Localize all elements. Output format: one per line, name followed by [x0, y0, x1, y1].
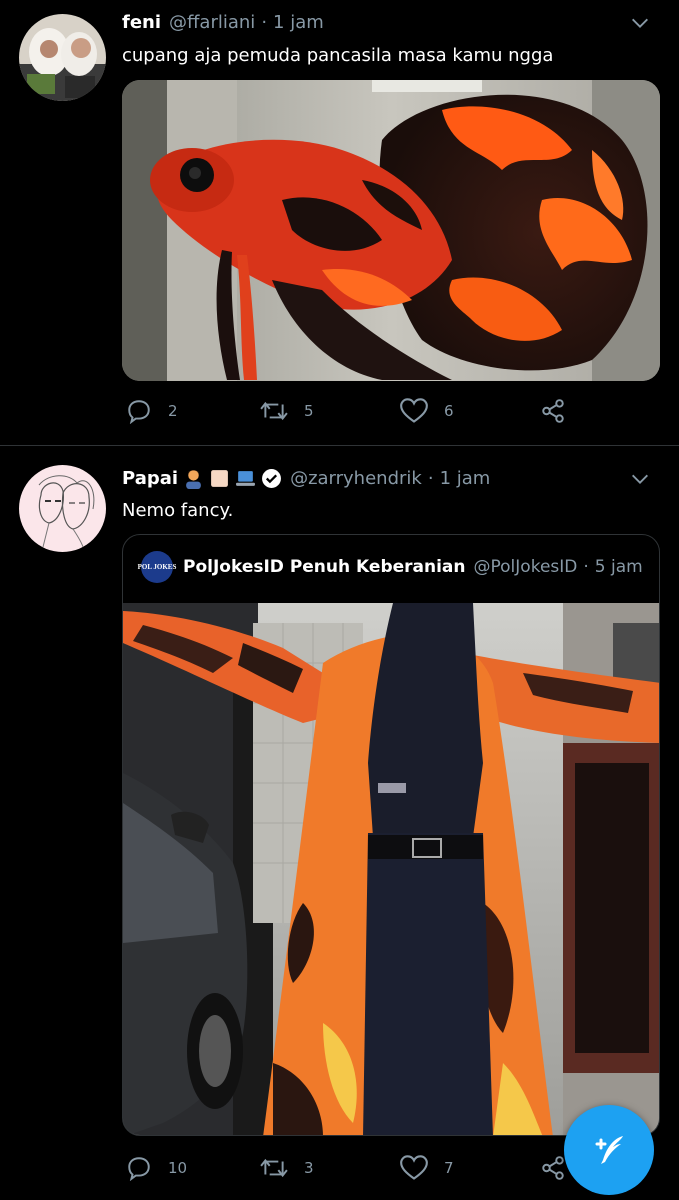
avatar-image: [19, 14, 106, 101]
reply-icon: [128, 1157, 150, 1181]
like-icon: [400, 1155, 428, 1180]
avatar-image: [19, 465, 106, 552]
quoted-avatar[interactable]: POL JOKES: [138, 551, 176, 583]
laptop-emoji-icon: [236, 471, 256, 486]
avatar-feni[interactable]: [19, 14, 106, 101]
like-button[interactable]: 7: [400, 1155, 454, 1181]
reply-button[interactable]: 2: [126, 398, 178, 424]
tweet-actions: 2 5 6: [122, 398, 582, 428]
tweet-time[interactable]: 1 jam: [273, 12, 324, 33]
quoted-author-handle[interactable]: @PolJokesID: [474, 557, 578, 577]
quoted-author-name[interactable]: PolJokesID Penuh Keberanian: [183, 557, 466, 577]
reply-count: 10: [168, 1159, 188, 1177]
retweet-icon: [260, 401, 288, 421]
separator-dot: ·: [261, 12, 268, 33]
chevron-down-icon[interactable]: [629, 12, 651, 34]
retweet-button[interactable]: 3: [260, 1155, 314, 1181]
share-icon: [542, 1156, 564, 1180]
reply-count: 2: [168, 402, 178, 420]
retweet-button[interactable]: 5: [260, 398, 314, 424]
quoted-time[interactable]: 5 jam: [595, 557, 643, 577]
separator-dot: ·: [427, 468, 434, 489]
tweet-actions: 10 3 7: [122, 1155, 582, 1185]
verified-badge-icon: [262, 469, 282, 488]
author-name[interactable]: Papai: [122, 468, 178, 489]
skin-tone-square-icon: [211, 470, 228, 487]
tweet-feni[interactable]: feni @ffarliani · 1 jam cupang aja pemud…: [0, 0, 679, 445]
compose-tweet-icon: [595, 1136, 623, 1164]
tweet-text: cupang aja pemuda pancasila masa kamu ng…: [122, 45, 554, 66]
retweet-count: 3: [304, 1159, 314, 1177]
quoted-tweet[interactable]: POL JOKES PolJokesID Penuh Keberanian @P…: [122, 534, 660, 1136]
chevron-down-icon[interactable]: [629, 468, 651, 490]
author-name[interactable]: feni: [122, 12, 161, 33]
tweet-image-betta-fish[interactable]: [122, 80, 660, 381]
person-emoji-icon: [186, 470, 201, 489]
share-button[interactable]: [540, 398, 566, 424]
reply-button[interactable]: 10: [126, 1155, 187, 1181]
quoted-image-orange-coat[interactable]: [123, 603, 659, 1135]
share-icon: [542, 399, 564, 423]
separator-dot: ·: [583, 557, 589, 577]
reply-icon: [128, 400, 150, 424]
author-handle[interactable]: @ffarliani: [169, 12, 255, 33]
like-count: 6: [444, 402, 454, 420]
tweet-time[interactable]: 1 jam: [440, 468, 491, 489]
like-icon: [400, 398, 428, 423]
like-count: 7: [444, 1159, 454, 1177]
timeline: feni @ffarliani · 1 jam cupang aja pemud…: [0, 0, 679, 1200]
author-handle[interactable]: @zarryhendrik: [290, 468, 422, 489]
tweet-text: Nemo fancy.: [122, 500, 234, 521]
retweet-icon: [260, 1158, 288, 1178]
retweet-count: 5: [304, 402, 314, 420]
like-button[interactable]: 6: [400, 398, 454, 424]
compose-tweet-button[interactable]: [564, 1105, 654, 1195]
share-button[interactable]: [540, 1155, 566, 1181]
coat-image: [123, 603, 659, 1135]
fish-image: [122, 80, 660, 381]
quoted-avatar-logo: POL JOKES: [137, 563, 177, 571]
avatar-papai[interactable]: [19, 465, 106, 552]
